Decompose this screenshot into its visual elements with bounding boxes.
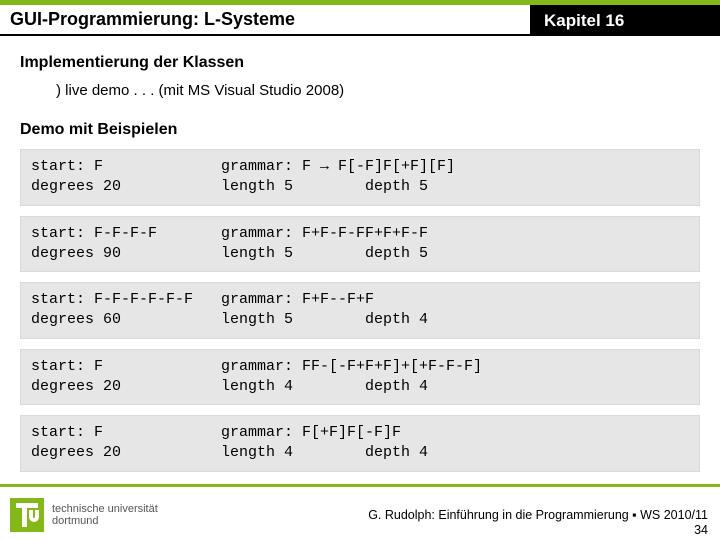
title-bar: GUI-Programmierung: L-Systeme Kapitel 16: [0, 0, 720, 36]
example-length-depth: length 5 depth 5: [221, 177, 428, 197]
university-name: technische universität dortmund: [52, 503, 158, 527]
section-heading-1: Implementierung der Klassen: [20, 54, 700, 72]
page-number: 34: [694, 523, 708, 537]
example-length-depth: length 5 depth 4: [221, 310, 428, 330]
example-degrees: degrees 20: [31, 177, 221, 197]
example-grammar: grammar: F+F--F+F: [221, 290, 374, 310]
example-degrees: degrees 20: [31, 443, 221, 463]
example-block: start: F grammar: F[+F]F[-F]F degrees 20…: [20, 415, 700, 472]
slide-title: GUI-Programmierung: L-Systeme: [0, 0, 530, 36]
example-length-depth: length 5 depth 5: [221, 244, 428, 264]
example-length-depth: length 4 depth 4: [221, 443, 428, 463]
example-start: start: F: [31, 357, 221, 377]
example-grammar: grammar: F[+F]F[-F]F: [221, 423, 401, 443]
example-block: start: F grammar: F → F[-F]F[+F][F] degr…: [20, 149, 700, 206]
university-logo: technische universität dortmund: [10, 498, 158, 532]
example-block: start: F-F-F-F-F-F grammar: F+F--F+F deg…: [20, 282, 700, 339]
section-heading-2: Demo mit Beispielen: [20, 121, 700, 139]
example-block: start: F grammar: FF-[-F+F+F]+[+F-F-F] d…: [20, 349, 700, 406]
example-start: start: F-F-F-F: [31, 224, 221, 244]
examples-list: start: F grammar: F → F[-F]F[+F][F] degr…: [20, 149, 700, 472]
example-length-depth: length 4 depth 4: [221, 377, 428, 397]
credit-line: G. Rudolph: Einführung in die Programmie…: [368, 508, 708, 522]
example-grammar: grammar: F+F-F-FF+F+F-F: [221, 224, 428, 244]
example-start: start: F: [31, 157, 221, 177]
example-block: start: F-F-F-F grammar: F+F-F-FF+F+F-F d…: [20, 216, 700, 273]
example-grammar: grammar: FF-[-F+F+F]+[+F-F-F]: [221, 357, 482, 377]
example-degrees: degrees 20: [31, 377, 221, 397]
example-degrees: degrees 60: [31, 310, 221, 330]
example-degrees: degrees 90: [31, 244, 221, 264]
section-subtext-1: ) live demo . . . (mit MS Visual Studio …: [56, 82, 700, 99]
chapter-label: Kapitel 16: [530, 0, 720, 36]
slide-footer: technische universität dortmund G. Rudol…: [0, 484, 720, 540]
example-grammar: grammar: F → F[-F]F[+F][F]: [221, 157, 455, 177]
example-start: start: F: [31, 423, 221, 443]
slide-content: Implementierung der Klassen ) live demo …: [0, 36, 720, 472]
example-start: start: F-F-F-F-F-F: [31, 290, 221, 310]
tu-logo-icon: [10, 498, 44, 532]
